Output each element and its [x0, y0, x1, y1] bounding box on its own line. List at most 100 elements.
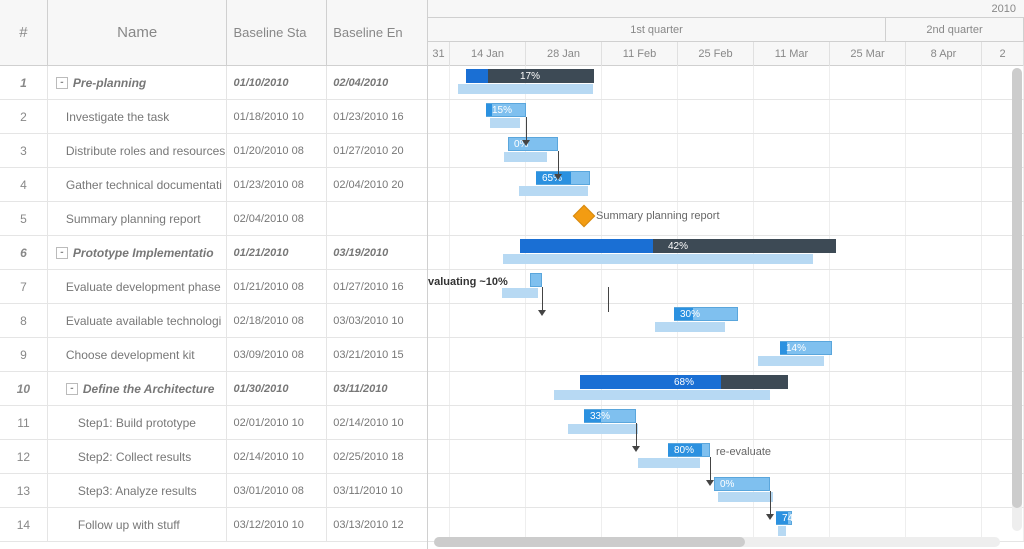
- task-bar[interactable]: [530, 273, 542, 287]
- row-baseline-start[interactable]: 01/10/2010: [227, 66, 327, 99]
- row-baseline-start[interactable]: 02/01/2010 10: [227, 406, 327, 439]
- grid-row[interactable]: 7Evaluate development phase01/21/2010 08…: [0, 270, 427, 304]
- date-header: 2: [982, 42, 1024, 66]
- timeline-row[interactable]: 68%: [428, 372, 1024, 406]
- row-baseline-start[interactable]: 03/09/2010 08: [227, 338, 327, 371]
- horizontal-scrollbar[interactable]: [434, 537, 1000, 547]
- row-number: 1: [0, 66, 48, 99]
- timeline-row[interactable]: 15%: [428, 100, 1024, 134]
- grid-row[interactable]: 4Gather technical documentati01/23/2010 …: [0, 168, 427, 202]
- row-baseline-end[interactable]: [327, 202, 427, 235]
- row-baseline-end[interactable]: 03/13/2010 12: [327, 508, 427, 541]
- timeline-row[interactable]: 65%: [428, 168, 1024, 202]
- grid-row[interactable]: 12Step2: Collect results02/14/2010 1002/…: [0, 440, 427, 474]
- row-name-label: Evaluate development phase: [66, 280, 221, 294]
- grid-row[interactable]: 9Choose development kit03/09/2010 0803/2…: [0, 338, 427, 372]
- timeline-row[interactable]: 42%: [428, 236, 1024, 270]
- collapse-toggle[interactable]: -: [56, 247, 68, 259]
- row-baseline-end[interactable]: 02/04/2010 20: [327, 168, 427, 201]
- row-name-cell[interactable]: Evaluate development phase: [48, 270, 228, 303]
- row-name-label: Gather technical documentati: [66, 178, 222, 192]
- row-baseline-end[interactable]: 01/27/2010 20: [327, 134, 427, 167]
- baseline-bar: [655, 322, 725, 332]
- baseline-bar: [778, 526, 786, 536]
- row-name-cell[interactable]: Step2: Collect results: [48, 440, 228, 473]
- row-baseline-start[interactable]: 01/21/2010 08: [227, 270, 327, 303]
- baseline-bar: [490, 118, 520, 128]
- row-baseline-start[interactable]: 01/18/2010 10: [227, 100, 327, 133]
- quarter-header: 1st quarter: [428, 18, 886, 41]
- row-name-cell[interactable]: Investigate the task: [48, 100, 228, 133]
- row-baseline-end[interactable]: 03/11/2010: [327, 372, 427, 405]
- timeline-row[interactable]: Summary planning report: [428, 202, 1024, 236]
- timeline-row[interactable]: 33%: [428, 406, 1024, 440]
- row-name-cell[interactable]: Gather technical documentati: [48, 168, 228, 201]
- progress-label: 68%: [580, 375, 788, 389]
- timeline-quarters: 1st quarter2nd quarter: [428, 18, 1024, 42]
- timeline-row[interactable]: 30%: [428, 304, 1024, 338]
- timeline-row[interactable]: 80%re-evaluate: [428, 440, 1024, 474]
- timeline-row[interactable]: valuating ~10%: [428, 270, 1024, 304]
- row-name-label: Step3: Analyze results: [78, 484, 197, 498]
- row-baseline-start[interactable]: 02/18/2010 08: [227, 304, 327, 337]
- milestone-icon[interactable]: [573, 205, 596, 228]
- row-name-cell[interactable]: Step1: Build prototype: [48, 406, 228, 439]
- row-baseline-start[interactable]: 02/14/2010 10: [227, 440, 327, 473]
- row-name-cell[interactable]: Distribute roles and resources: [48, 134, 228, 167]
- row-baseline-start[interactable]: 01/30/2010: [227, 372, 327, 405]
- grid-row[interactable]: 14Follow up with stuff03/12/2010 1003/13…: [0, 508, 427, 542]
- row-baseline-start[interactable]: 01/21/2010: [227, 236, 327, 269]
- column-header-name[interactable]: Name: [48, 0, 228, 65]
- timeline-row[interactable]: 0%: [428, 134, 1024, 168]
- row-baseline-start[interactable]: 01/20/2010 08: [227, 134, 327, 167]
- timeline-row[interactable]: 17%: [428, 66, 1024, 100]
- baseline-bar: [503, 254, 813, 264]
- row-name-cell[interactable]: Evaluate available technologi: [48, 304, 228, 337]
- row-baseline-end[interactable]: 01/23/2010 16: [327, 100, 427, 133]
- timeline-row[interactable]: 14%: [428, 338, 1024, 372]
- row-name-cell[interactable]: -Prototype Implementatio: [48, 236, 228, 269]
- row-baseline-end[interactable]: 02/04/2010: [327, 66, 427, 99]
- row-name-label: Step2: Collect results: [78, 450, 191, 464]
- collapse-toggle[interactable]: -: [66, 383, 78, 395]
- column-header-num[interactable]: #: [0, 0, 48, 65]
- grid-row[interactable]: 13Step3: Analyze results03/01/2010 0803/…: [0, 474, 427, 508]
- row-baseline-start[interactable]: 03/12/2010 10: [227, 508, 327, 541]
- row-name-cell[interactable]: Summary planning report: [48, 202, 228, 235]
- row-name-cell[interactable]: -Define the Architecture: [48, 372, 228, 405]
- column-header-baseline-end[interactable]: Baseline En: [327, 0, 427, 65]
- row-name-cell[interactable]: Step3: Analyze results: [48, 474, 228, 507]
- timeline-body[interactable]: 17%15% 0% 65%Summary planning report42%val…: [428, 66, 1024, 542]
- grid-row[interactable]: 6-Prototype Implementatio01/21/201003/19…: [0, 236, 427, 270]
- row-baseline-end[interactable]: 03/11/2010 10: [327, 474, 427, 507]
- vertical-scrollbar-thumb[interactable]: [1012, 68, 1022, 508]
- row-name-cell[interactable]: -Pre-planning: [48, 66, 228, 99]
- row-baseline-end[interactable]: 01/27/2010 16: [327, 270, 427, 303]
- vertical-scrollbar[interactable]: [1012, 68, 1022, 531]
- row-baseline-end[interactable]: 02/14/2010 10: [327, 406, 427, 439]
- horizontal-scrollbar-thumb[interactable]: [434, 537, 745, 547]
- grid-row[interactable]: 5Summary planning report02/04/2010 08: [0, 202, 427, 236]
- row-baseline-end[interactable]: 03/19/2010: [327, 236, 427, 269]
- grid-row[interactable]: 2Investigate the task01/18/2010 1001/23/…: [0, 100, 427, 134]
- row-baseline-start[interactable]: 03/01/2010 08: [227, 474, 327, 507]
- collapse-toggle[interactable]: -: [56, 77, 68, 89]
- row-baseline-start[interactable]: 01/23/2010 08: [227, 168, 327, 201]
- row-name-cell[interactable]: Follow up with stuff: [48, 508, 228, 541]
- row-baseline-start[interactable]: 02/04/2010 08: [227, 202, 327, 235]
- grid-row[interactable]: 11Step1: Build prototype02/01/2010 1002/…: [0, 406, 427, 440]
- timeline-row[interactable]: 0%: [428, 474, 1024, 508]
- row-name-label: Investigate the task: [66, 110, 169, 124]
- row-baseline-end[interactable]: 02/25/2010 18: [327, 440, 427, 473]
- progress-label: 0%: [510, 138, 528, 150]
- grid-row[interactable]: 3Distribute roles and resources01/20/201…: [0, 134, 427, 168]
- row-baseline-end[interactable]: 03/21/2010 15: [327, 338, 427, 371]
- grid-row[interactable]: 10-Define the Architecture01/30/201003/1…: [0, 372, 427, 406]
- column-header-baseline-start[interactable]: Baseline Sta: [227, 0, 327, 65]
- baseline-bar: [554, 390, 770, 400]
- row-baseline-end[interactable]: 03/03/2010 10: [327, 304, 427, 337]
- row-name-cell[interactable]: Choose development kit: [48, 338, 228, 371]
- grid-row[interactable]: 1-Pre-planning01/10/201002/04/2010: [0, 66, 427, 100]
- task-label: re-evaluate: [716, 446, 771, 458]
- grid-row[interactable]: 8Evaluate available technologi02/18/2010…: [0, 304, 427, 338]
